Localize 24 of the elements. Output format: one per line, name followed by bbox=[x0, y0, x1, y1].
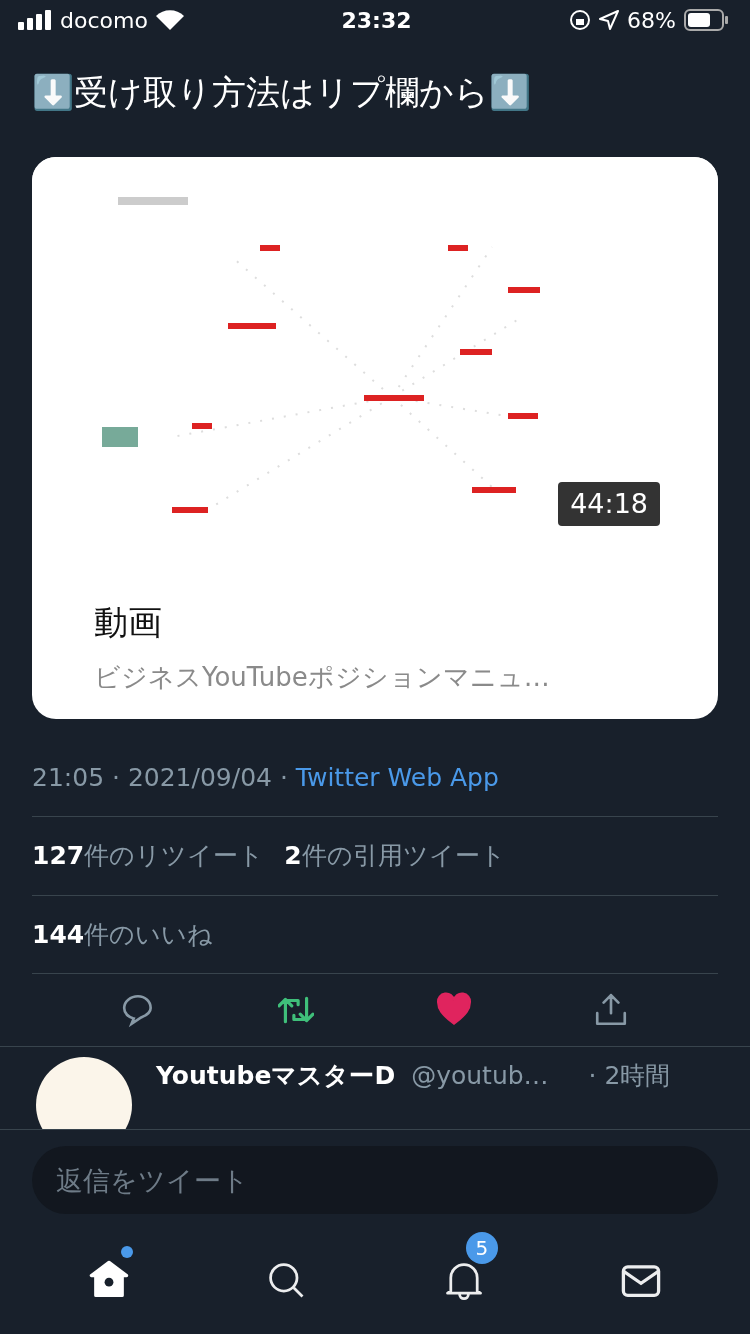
tweet-text: ⬇受け取り方法はリプ欄から⬇ bbox=[32, 72, 532, 113]
wifi-icon bbox=[155, 10, 184, 30]
notification-badge: 5 bbox=[465, 1232, 498, 1264]
stat-link[interactable]: 127件のリツイート bbox=[32, 837, 265, 875]
stat-link[interactable]: 144件のいいね bbox=[32, 915, 214, 954]
tweet-timestamp: 21:05 · 2021/09/04 · bbox=[32, 762, 289, 792]
reply-field[interactable]: 返信をツイート bbox=[32, 1146, 718, 1214]
battery-icon bbox=[684, 9, 728, 31]
rotation-lock-icon bbox=[569, 9, 592, 31]
card-description: ビジネスYouTubeポジションマニュ… bbox=[93, 660, 551, 694]
card-title: 動画 bbox=[93, 600, 163, 644]
reply-handle: @youtub… bbox=[411, 1060, 549, 1093]
location-icon bbox=[599, 10, 620, 30]
reply-time: · 2時間 bbox=[588, 1060, 671, 1093]
source-link[interactable]: Twitter Web App bbox=[295, 762, 499, 792]
carrier-name: docomo bbox=[60, 6, 148, 35]
battery-percent: 68% bbox=[627, 6, 676, 35]
avatar[interactable] bbox=[36, 1057, 132, 1129]
clock: 23:32 bbox=[340, 6, 413, 35]
signal-icon bbox=[18, 10, 52, 30]
link-card[interactable]: 44:18 動画 ビジネスYouTubeポジションマニュ… bbox=[32, 156, 718, 719]
stat-link[interactable]: 2件の引用ツイート bbox=[284, 837, 506, 875]
video-duration: 44:18 bbox=[558, 481, 660, 527]
reply-author[interactable]: YoutubeマスターD bbox=[156, 1057, 396, 1095]
